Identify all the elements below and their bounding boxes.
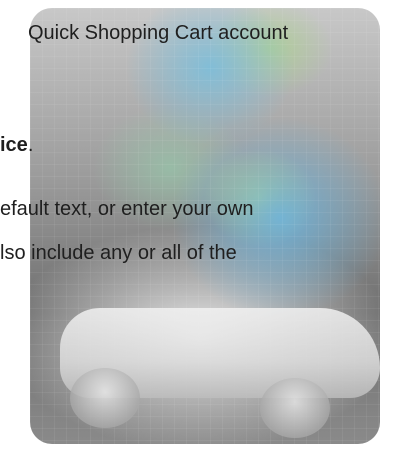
cart-wheel	[70, 368, 140, 428]
article-line-2-bold: ice	[0, 134, 28, 156]
article-line-2: ice.	[0, 132, 33, 158]
cart-wheel	[260, 378, 330, 438]
article-line-2-rest: .	[27, 134, 34, 156]
article-line-4: lso include any or all of the	[0, 242, 237, 264]
shopping-cart-icon-image	[30, 8, 380, 444]
article-line-1: Quick Shopping Cart account	[28, 22, 289, 44]
article-line-3: efault text, or enter your own	[0, 198, 254, 220]
